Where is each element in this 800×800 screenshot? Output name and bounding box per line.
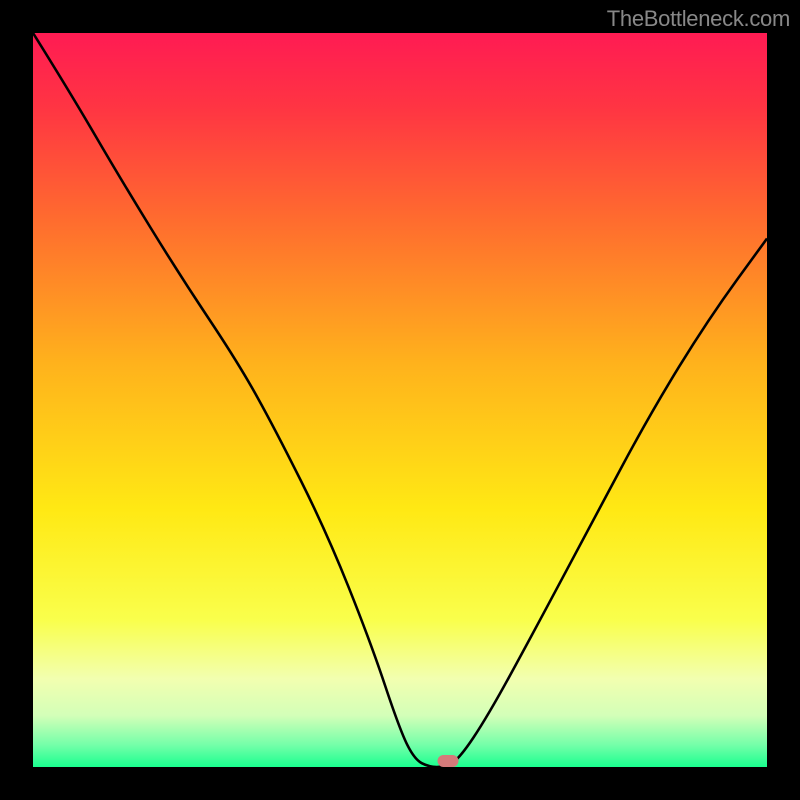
- optimum-marker: [437, 755, 458, 767]
- chart-frame: TheBottleneck.com: [0, 0, 800, 800]
- curve-layer: [33, 33, 767, 767]
- plot-area: [33, 33, 767, 767]
- bottleneck-curve: [33, 33, 767, 767]
- watermark-label: TheBottleneck.com: [607, 6, 790, 32]
